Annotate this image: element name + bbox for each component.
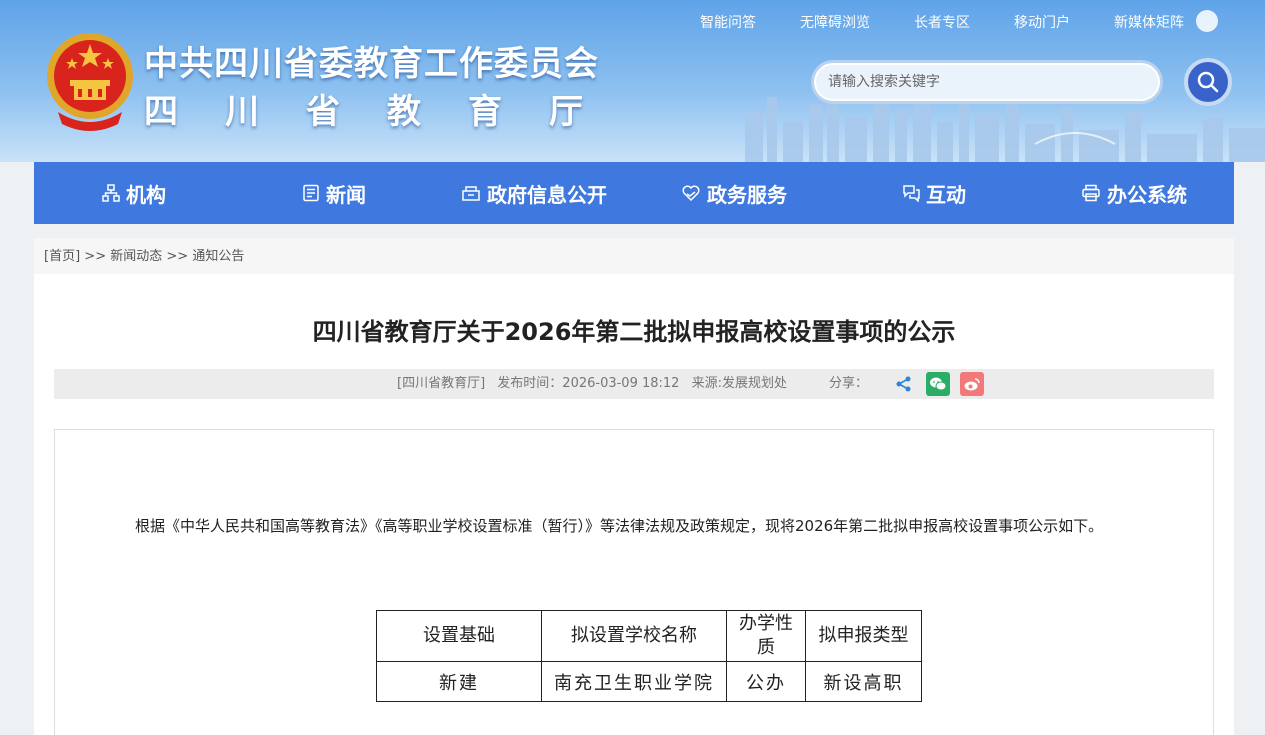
- top-link-elderly[interactable]: 长者专区: [914, 12, 970, 32]
- table-cell: 南充卫生职业学院: [541, 661, 727, 702]
- article-source: [四川省教育厅]: [397, 376, 486, 391]
- top-link-ai-qa[interactable]: 智能问答: [700, 12, 756, 32]
- top-link-accessibility[interactable]: 无障碍浏览: [800, 12, 870, 32]
- schools-table: 设置基础 拟设置学校名称 办学性质 拟申报类型 新建 南充卫生职业学院 公办 新…: [376, 610, 922, 702]
- article-meta: [四川省教育厅] 发布时间：2026-03-09 18:12 来源:发展规划处: [397, 369, 795, 399]
- table-header: 拟申报类型: [805, 610, 922, 662]
- org-title: 中共四川省委教育工作委员会: [144, 44, 599, 84]
- breadcrumb-sep: >>: [84, 249, 107, 264]
- search-box: [811, 60, 1163, 104]
- breadcrumb-sep: >>: [166, 249, 189, 264]
- org-chart-icon: [102, 184, 120, 202]
- nav-item-gov-service[interactable]: 政务服务: [634, 162, 834, 224]
- content-area: [首页] >> 新闻动态 >> 通知公告 四川省教育厅关于2026年第二批拟申报…: [34, 238, 1234, 735]
- table-cell: 新设高职: [805, 661, 922, 702]
- gov-info-icon: [461, 184, 481, 202]
- dept-title: 四川省教育厅: [144, 92, 630, 132]
- top-link-new-media[interactable]: 新媒体矩阵: [1114, 12, 1184, 32]
- article-meta-bar: [四川省教育厅] 发布时间：2026-03-09 18:12 来源:发展规划处 …: [54, 369, 1214, 399]
- article-title: 四川省教育厅关于2026年第二批拟申报高校设置事项的公示: [312, 318, 956, 346]
- nav-label: 办公系统: [1107, 182, 1187, 207]
- nav-label: 政府信息公开: [487, 182, 607, 207]
- printer-icon: [1081, 184, 1101, 202]
- table-header: 办学性质: [726, 610, 806, 662]
- nav-label: 互动: [926, 182, 966, 207]
- share-icon[interactable]: [892, 372, 916, 396]
- share-icons: [892, 372, 994, 396]
- table-cell: 公办: [726, 661, 806, 702]
- search-icon: [1197, 71, 1219, 93]
- news-icon: [302, 184, 320, 202]
- nav-item-news[interactable]: 新闻: [234, 162, 434, 224]
- nav-label: 政务服务: [707, 182, 787, 207]
- heart-hand-icon: [681, 184, 701, 202]
- breadcrumb: [首页] >> 新闻动态 >> 通知公告: [34, 238, 1234, 274]
- weibo-share-icon[interactable]: [960, 372, 984, 396]
- nav-label: 新闻: [326, 182, 366, 207]
- article-origin: 来源:发展规划处: [691, 376, 787, 391]
- article-publish-time: 发布时间：2026-03-09 18:12: [497, 376, 680, 391]
- table-cell: 新建: [376, 661, 542, 702]
- search-input[interactable]: [814, 63, 1160, 101]
- nav-item-org[interactable]: 机构: [34, 162, 234, 224]
- breadcrumb-notice[interactable]: 通知公告: [192, 249, 244, 264]
- national-emblem-icon: [47, 33, 133, 131]
- nav-item-gov-info[interactable]: 政府信息公开: [434, 162, 634, 224]
- search-button[interactable]: [1184, 58, 1232, 106]
- site-header: 中共四川省委教育工作委员会 四川省教育厅 智能问答 无障碍浏览 长者专区 移动门…: [0, 0, 1265, 162]
- top-links: 智能问答 无障碍浏览 长者专区 移动门户 新媒体矩阵: [700, 12, 1184, 32]
- wechat-share-icon[interactable]: [926, 372, 950, 396]
- nav-item-office[interactable]: 办公系统: [1034, 162, 1234, 224]
- table-header-row: 设置基础 拟设置学校名称 办学性质 拟申报类型: [376, 610, 922, 662]
- main-nav: 机构 新闻 政府信息公开 政务服务 互动 办公系统: [34, 162, 1234, 224]
- nav-label: 机构: [126, 182, 166, 207]
- article-body: 根据《中华人民共和国高等教育法》《高等职业学校设置标准（暂行）》等法律法规及政策…: [54, 429, 1214, 735]
- breadcrumb-news[interactable]: 新闻动态: [110, 249, 162, 264]
- table-header: 拟设置学校名称: [541, 610, 727, 662]
- chat-icon: [902, 184, 920, 202]
- table-header: 设置基础: [376, 610, 542, 662]
- breadcrumb-home[interactable]: [首页]: [44, 249, 80, 264]
- table-row: 新建 南充卫生职业学院 公办 新设高职: [376, 661, 922, 702]
- article-paragraph: 根据《中华人民共和国高等教育法》《高等职业学校设置标准（暂行）》等法律法规及政策…: [135, 517, 1104, 535]
- nav-item-interaction[interactable]: 互动: [834, 162, 1034, 224]
- new-media-badge-icon[interactable]: [1196, 10, 1218, 32]
- share-label: 分享：: [829, 376, 869, 391]
- top-link-mobile[interactable]: 移动门户: [1014, 12, 1070, 32]
